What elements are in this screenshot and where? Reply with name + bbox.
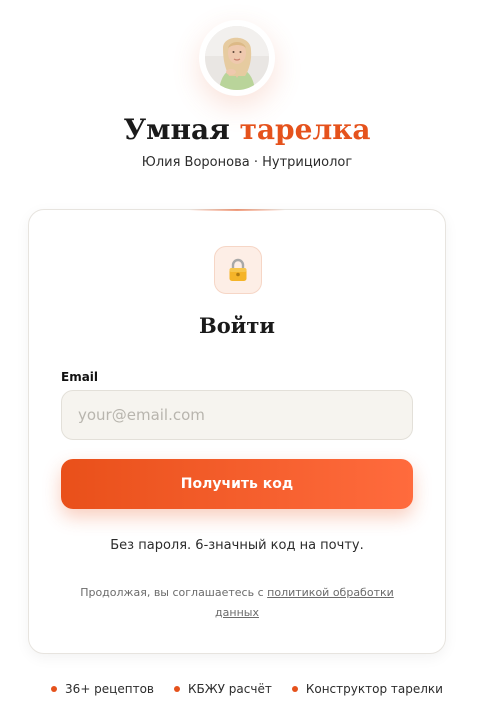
author-subtitle: Юлия Воронова · Нутрициолог <box>141 155 353 170</box>
card-accent-line <box>189 209 285 211</box>
terms-prefix: Продолжая, вы соглашаетесь с <box>80 586 268 599</box>
bullet-dot-icon <box>291 686 298 692</box>
feature-label: Конструктор тарелки <box>305 682 443 696</box>
email-label: Email <box>61 370 99 384</box>
feature-list: 36+ рецептов КБЖУ расчёт Конструктор тар… <box>0 682 494 696</box>
feature-item: КБЖУ расчёт <box>174 682 272 696</box>
email-field[interactable] <box>61 390 413 440</box>
login-title: Войти <box>199 313 275 338</box>
terms-text: Продолжая, вы соглашаетесь с политикой о… <box>67 583 407 623</box>
bullet-dot-icon <box>51 686 58 692</box>
app-title-main: Умная <box>123 113 230 146</box>
feature-item: 36+ рецептов <box>51 682 154 696</box>
login-card: Войти Email Получить код Без пароля. 6-з… <box>28 209 446 654</box>
feature-label: 36+ рецептов <box>65 682 154 696</box>
bullet-dot-icon <box>174 686 180 692</box>
avatar <box>199 20 275 96</box>
passwordless-hint: Без пароля. 6-значный код на почту. <box>110 538 364 553</box>
feature-label: КБЖУ расчёт <box>188 682 272 696</box>
author-avatar-photo <box>205 26 269 90</box>
get-code-button[interactable]: Получить код <box>61 459 413 509</box>
app-title-accent: тарелка <box>239 113 371 146</box>
lock-icon <box>214 246 262 294</box>
feature-item: Конструктор тарелки <box>291 682 443 696</box>
app-title: Умная тарелка <box>0 108 494 152</box>
